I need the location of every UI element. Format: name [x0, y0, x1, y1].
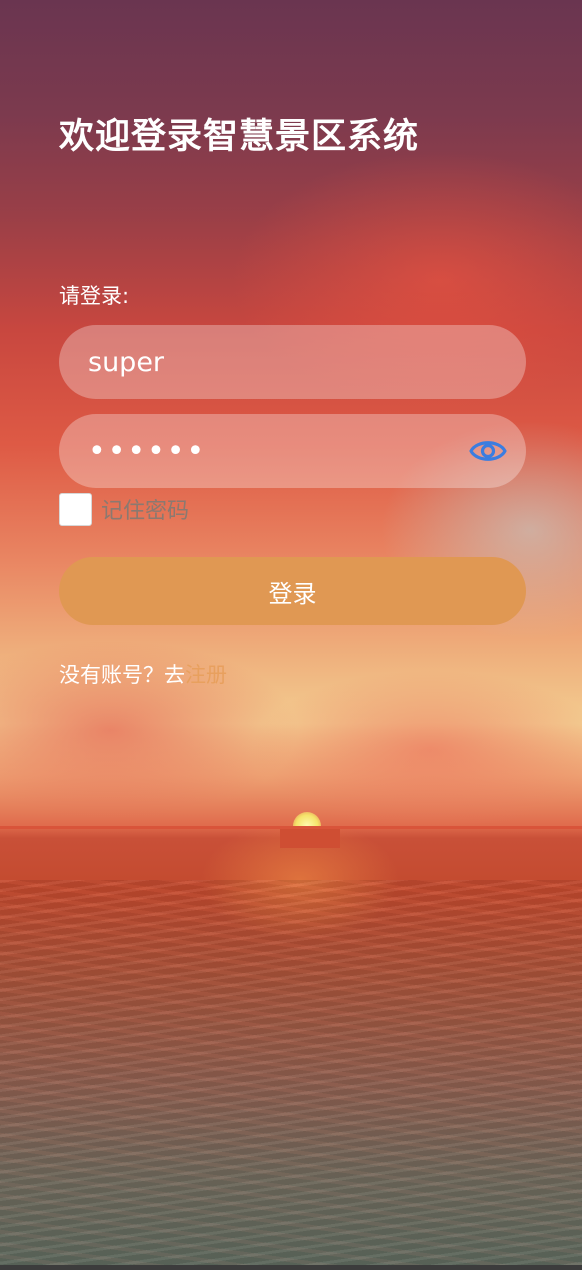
password-field [59, 414, 526, 488]
remember-password[interactable]: 记住密码 [59, 491, 189, 527]
horizon-line [0, 826, 582, 829]
sea-waves [0, 880, 582, 1270]
login-prompt: 请登录: [59, 284, 130, 308]
page-title: 欢迎登录智慧景区系统 [59, 117, 420, 157]
remember-label: 记住密码 [101, 499, 190, 524]
bottom-edge [0, 1265, 582, 1270]
eye-icon[interactable] [469, 433, 507, 469]
remember-checkbox[interactable] [59, 492, 92, 526]
username-field [59, 325, 526, 399]
background-cloud [250, 670, 582, 830]
register-prefix: 没有账号？去 [59, 663, 185, 687]
sea-surface [280, 828, 340, 848]
login-button[interactable]: 登录 [59, 557, 526, 625]
register-link[interactable]: 注册 [185, 663, 227, 687]
register-prompt: 没有账号？去注册 [59, 659, 227, 689]
username-input[interactable] [59, 325, 526, 399]
login-screen: 欢迎登录智慧景区系统 请登录: 记住密码 登录 没有账号？去注册 [0, 0, 582, 1270]
password-input[interactable] [59, 414, 526, 488]
